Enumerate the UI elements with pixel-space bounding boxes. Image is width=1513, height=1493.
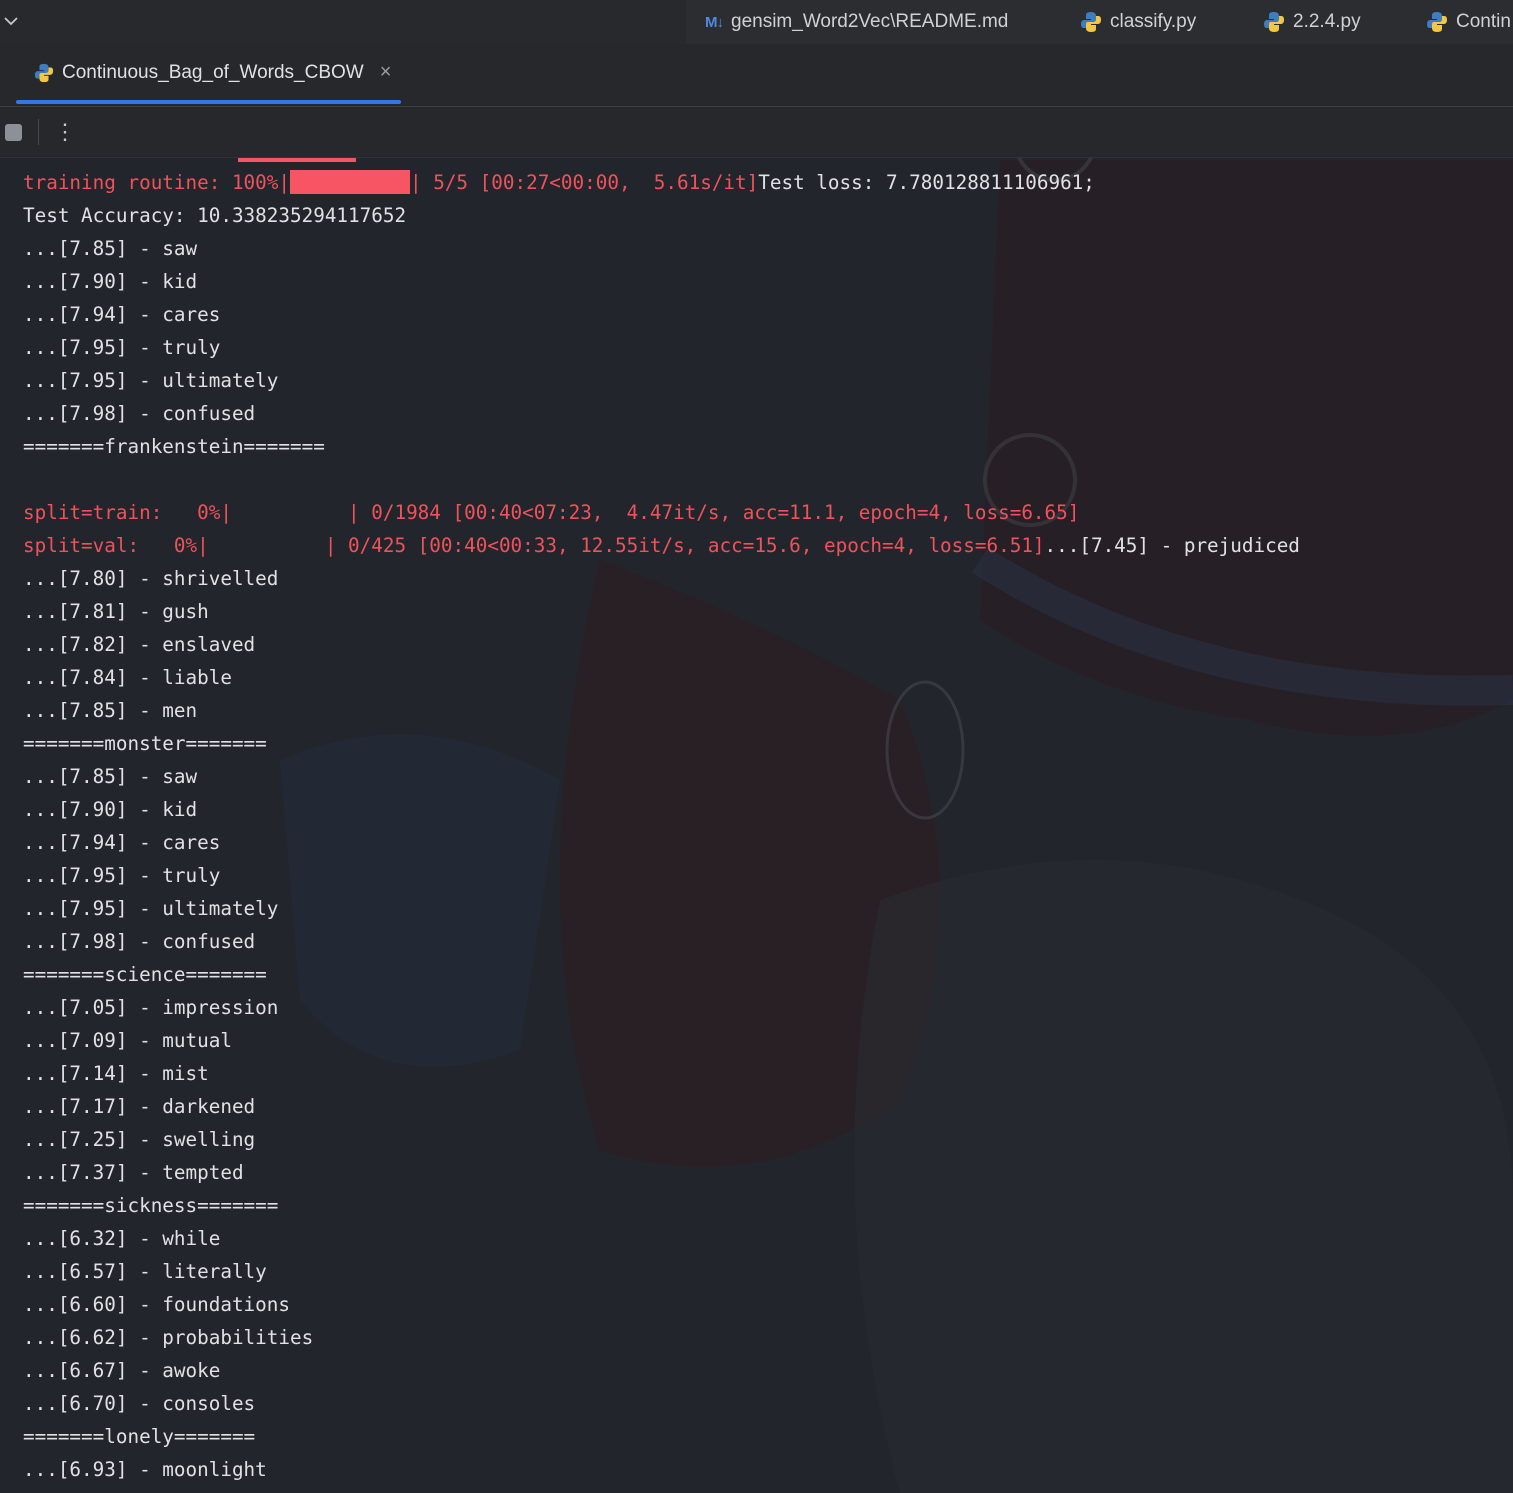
section-header-line: =======sickness======= [23,1194,279,1217]
editor-tab-label: gensim_Word2Vec\README.md [731,11,1009,32]
similarity-line: ...[7.94] - cares [23,303,221,326]
split-train-line: split=train: 0%| | 0/1984 [00:40<07:23, … [23,501,1080,524]
more-options-icon[interactable]: ⋮ [54,119,76,145]
editor-tab-readme[interactable]: M↓ gensim_Word2Vec\README.md [705,0,1008,44]
similarity-line: ...[7.17] - darkened [23,1095,256,1118]
test-loss-text: Test loss: 7.780128811106961; [758,171,1095,194]
similarity-line: ...[6.57] - literally [23,1260,267,1283]
similarity-line: ...[7.05] - impression [23,996,279,1019]
similarity-line: ...[7.85] - saw [23,237,198,260]
similarity-line: ...[7.80] - shrivelled [23,567,279,590]
training-prefix: training routine: 100%| [23,171,290,194]
similarity-line: ...[6.67] - awoke [23,1359,221,1382]
similarity-line: ...[7.95] - ultimately [23,897,279,920]
editor-tab-continuous[interactable]: Contin [1426,0,1511,44]
similarity-line: ...[6.93] - moonlight [23,1458,267,1481]
similarity-line: ...[7.84] - liable [23,666,232,689]
active-tab-indicator [16,100,401,104]
editor-tab-label: classify.py [1110,11,1197,32]
stop-icon[interactable] [5,124,22,141]
similarity-line: ...[7.90] - kid [23,270,198,293]
similarity-line: ...[7.94] - cares [23,831,221,854]
python-icon [1427,12,1447,32]
python-icon [1264,12,1284,32]
editor-tab-bar: M↓ gensim_Word2Vec\README.md classify.py… [0,0,1513,45]
split-val-line: split=val: 0%| | 0/425 [00:40<00:33, 12.… [23,529,1300,562]
similarity-line: ...[7.95] - truly [23,864,221,887]
similarity-line: ...[7.85] - saw [23,765,198,788]
close-icon[interactable]: × [380,61,392,84]
run-toolbar: ⋮ [0,107,1513,158]
similarity-line: ...[7.37] - tempted [23,1161,244,1184]
section-header-line: =======frankenstein======= [23,435,325,458]
editor-tab-label: Contin [1456,11,1511,32]
python-icon [1081,12,1101,32]
editor-tab-classify[interactable]: classify.py [1080,0,1196,44]
similarity-line: ...[7.25] - swelling [23,1128,256,1151]
similarity-line: ...[7.85] - men [23,699,198,722]
similarity-line: ...[7.95] - truly [23,336,221,359]
training-progress-bar [290,170,410,194]
run-tab-label: Continuous_Bag_of_Words_CBOW [62,61,364,83]
similarity-line: ...[7.81] - gush [23,600,209,623]
training-suffix: | 5/5 [00:27<00:00, 5.61s/it] [410,171,759,194]
run-tab-bar: Continuous_Bag_of_Words_CBOW × [0,44,1513,107]
scrolled-progress-bar-fragment [238,158,356,162]
similarity-line: ...[7.98] - confused [23,930,256,953]
python-icon [34,63,54,82]
similarity-line: ...[6.32] - while [23,1227,221,1250]
test-accuracy-line: Test Accuracy: 10.338235294117652 [23,204,407,227]
similarity-line: ...[7.82] - enslaved [23,633,256,656]
run-tab-cbow[interactable]: Continuous_Bag_of_Words_CBOW × [34,61,391,84]
similarity-line: ...[6.60] - foundations [23,1293,290,1316]
training-progress-line: training routine: 100%| | 5/5 [00:27<00:0… [23,166,1095,199]
console-output[interactable]: training routine: 100%| | 5/5 [00:27<00:0… [0,158,1513,1493]
section-header-line: =======monster======= [23,732,267,755]
tab-bar-empty-area [0,0,686,44]
section-header-line: =======science======= [23,963,267,986]
toolbar-separator [38,119,39,145]
split-val-tail: ...[7.45] - prejudiced [1044,534,1300,557]
similarity-line: ...[6.62] - probabilities [23,1326,314,1349]
similarity-line: ...[7.90] - kid [23,798,198,821]
chevron-down-icon[interactable] [2,12,20,30]
similarity-line: ...[6.70] - consoles [23,1392,256,1415]
similarity-line: ...[7.98] - confused [23,402,256,425]
section-header-line: =======lonely======= [23,1425,256,1448]
editor-tab-label: 2.2.4.py [1293,11,1361,32]
similarity-line: ...[7.14] - mist [23,1062,209,1085]
similarity-line: ...[7.95] - ultimately [23,369,279,392]
editor-tab-224[interactable]: 2.2.4.py [1263,0,1361,44]
markdown-icon: M↓ [705,13,724,31]
split-val-progress: split=val: 0%| | 0/425 [00:40<00:33, 12.… [23,534,1045,557]
similarity-line: ...[7.09] - mutual [23,1029,232,1052]
